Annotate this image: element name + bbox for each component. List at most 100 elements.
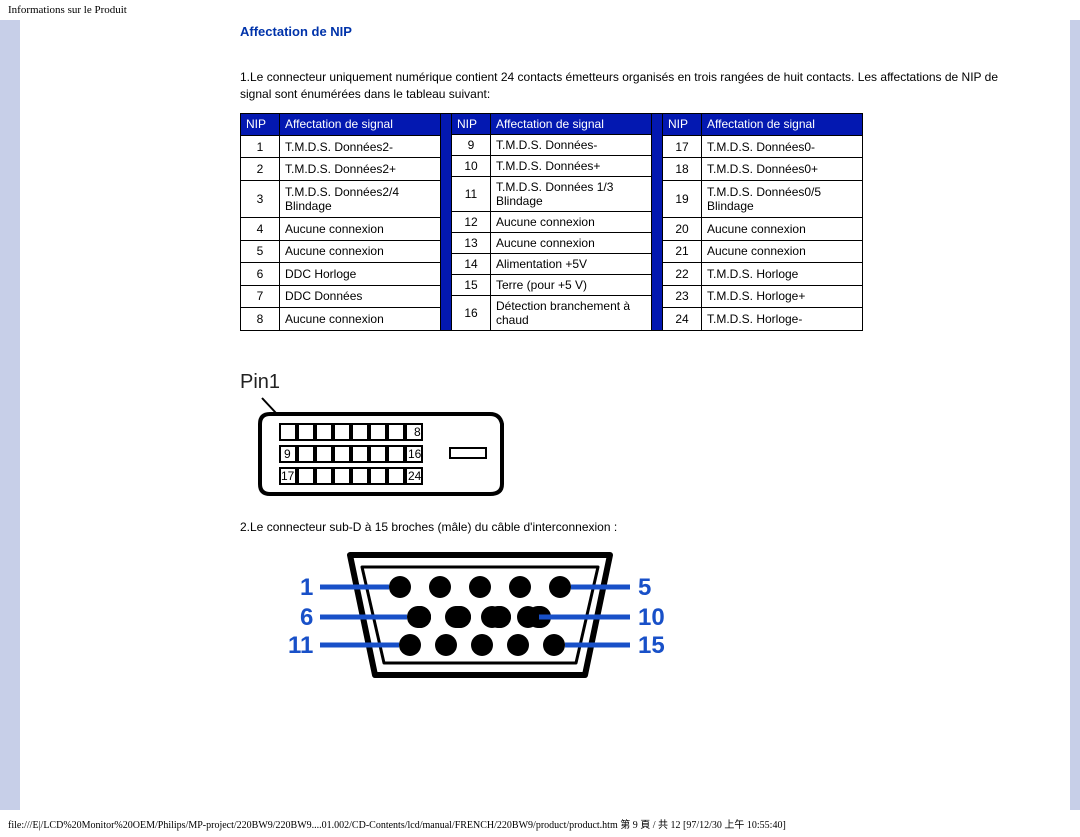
pin-signal: Détection branchement à chaud bbox=[491, 295, 652, 330]
svg-text:9: 9 bbox=[284, 447, 291, 461]
page-footer: file:///E|/LCD%20Monitor%20OEM/Philips/M… bbox=[0, 810, 1080, 837]
pin-number: 3 bbox=[241, 180, 280, 217]
pin-number: 17 bbox=[663, 136, 702, 158]
pin-signal: DDC Données bbox=[280, 285, 441, 307]
right-margin-stripe bbox=[1070, 20, 1080, 810]
pin-tables: NIP Affectation de signal 1T.M.D.S. Donn… bbox=[240, 113, 1030, 331]
th-nip: NIP bbox=[663, 113, 702, 135]
pin-number: 7 bbox=[241, 285, 280, 307]
th-nip: NIP bbox=[241, 113, 280, 135]
pin-signal: T.M.D.S. Données0- bbox=[702, 136, 863, 158]
svg-text:15: 15 bbox=[638, 632, 665, 659]
pin-signal: T.M.D.S. Horloge bbox=[702, 263, 863, 285]
pin-table-2: NIP Affectation de signal 9T.M.D.S. Donn… bbox=[451, 113, 652, 331]
pin-number: 9 bbox=[452, 134, 491, 155]
pin-signal: T.M.D.S. Données0/5 Blindage bbox=[702, 180, 863, 217]
table-row: 10T.M.D.S. Données+ bbox=[452, 155, 652, 176]
pin-signal: Aucune connexion bbox=[491, 211, 652, 232]
pin-number: 16 bbox=[452, 295, 491, 330]
pin-signal: T.M.D.S. Données0+ bbox=[702, 158, 863, 180]
pin-number: 6 bbox=[241, 263, 280, 285]
pin-number: 22 bbox=[663, 263, 702, 285]
table-row: 9T.M.D.S. Données- bbox=[452, 134, 652, 155]
pin-signal: Aucune connexion bbox=[280, 308, 441, 331]
svg-text:17: 17 bbox=[281, 469, 295, 483]
page-header: Informations sur le Produit bbox=[0, 0, 1080, 20]
pin-table-1: NIP Affectation de signal 1T.M.D.S. Donn… bbox=[240, 113, 441, 331]
svg-text:8: 8 bbox=[414, 425, 421, 439]
table-row: 1T.M.D.S. Données2- bbox=[241, 136, 441, 158]
pin-signal: Terre (pour +5 V) bbox=[491, 274, 652, 295]
pin-signal: T.M.D.S. Données+ bbox=[491, 155, 652, 176]
pin-signal: Aucune connexion bbox=[280, 218, 441, 240]
pin-number: 24 bbox=[663, 308, 702, 331]
pin-signal: Aucune connexion bbox=[702, 240, 863, 262]
pin-number: 8 bbox=[241, 308, 280, 331]
table-row: 15Terre (pour +5 V) bbox=[452, 274, 652, 295]
table-row: 16Détection branchement à chaud bbox=[452, 295, 652, 330]
pin-signal: T.M.D.S. Horloge+ bbox=[702, 285, 863, 307]
pin-signal: Alimentation +5V bbox=[491, 253, 652, 274]
table-row: 21Aucune connexion bbox=[663, 240, 863, 262]
pin-number: 5 bbox=[241, 240, 280, 262]
svg-text:11: 11 bbox=[288, 632, 313, 659]
table-row: 13Aucune connexion bbox=[452, 232, 652, 253]
table-row: 2T.M.D.S. Données2+ bbox=[241, 158, 441, 180]
table-row: 19T.M.D.S. Données0/5 Blindage bbox=[663, 180, 863, 217]
pin-signal: T.M.D.S. Horloge- bbox=[702, 308, 863, 331]
pin-number: 15 bbox=[452, 274, 491, 295]
pin-number: 2 bbox=[241, 158, 280, 180]
vga-connector-diagram: 1 6 11 5 10 15 bbox=[270, 545, 1030, 688]
pin-number: 19 bbox=[663, 180, 702, 217]
table-row: 24T.M.D.S. Horloge- bbox=[663, 308, 863, 331]
pin-number: 23 bbox=[663, 285, 702, 307]
svg-text:1: 1 bbox=[300, 574, 313, 601]
pin-signal: T.M.D.S. Données2+ bbox=[280, 158, 441, 180]
pin-number: 11 bbox=[452, 176, 491, 211]
th-sig: Affectation de signal bbox=[491, 113, 652, 134]
pin-number: 20 bbox=[663, 218, 702, 240]
svg-text:6: 6 bbox=[300, 604, 313, 631]
svg-text:24: 24 bbox=[408, 469, 422, 483]
pin-signal: Aucune connexion bbox=[280, 240, 441, 262]
pin-number: 12 bbox=[452, 211, 491, 232]
dvi-svg: 8 9 16 17 24 bbox=[240, 396, 540, 506]
svg-text:10: 10 bbox=[638, 604, 665, 631]
table-row: 23T.M.D.S. Horloge+ bbox=[663, 285, 863, 307]
pin-number: 10 bbox=[452, 155, 491, 176]
vga-svg: 1 6 11 5 10 15 bbox=[270, 545, 670, 685]
table-row: 3T.M.D.S. Données2/4 Blindage bbox=[241, 180, 441, 217]
pin-signal: Aucune connexion bbox=[702, 218, 863, 240]
table-row: 7DDC Données bbox=[241, 285, 441, 307]
th-sig: Affectation de signal bbox=[702, 113, 863, 135]
pin1-label: Pin1 bbox=[240, 371, 1030, 394]
table-row: 11T.M.D.S. Données 1/3 Blindage bbox=[452, 176, 652, 211]
pin-signal: T.M.D.S. Données2- bbox=[280, 136, 441, 158]
table-row: 5Aucune connexion bbox=[241, 240, 441, 262]
table-row: 20Aucune connexion bbox=[663, 218, 863, 240]
pin-number: 18 bbox=[663, 158, 702, 180]
pin-number: 21 bbox=[663, 240, 702, 262]
svg-text:16: 16 bbox=[408, 447, 422, 461]
pin-number: 14 bbox=[452, 253, 491, 274]
svg-text:5: 5 bbox=[638, 574, 651, 601]
th-nip: NIP bbox=[452, 113, 491, 134]
table-row: 18T.M.D.S. Données0+ bbox=[663, 158, 863, 180]
table-row: 4Aucune connexion bbox=[241, 218, 441, 240]
table-divider bbox=[652, 113, 662, 331]
pin-table-3: NIP Affectation de signal 17T.M.D.S. Don… bbox=[662, 113, 863, 331]
section-title: Affectation de NIP bbox=[240, 24, 1030, 39]
pin-number: 13 bbox=[452, 232, 491, 253]
table-row: 6DDC Horloge bbox=[241, 263, 441, 285]
table-row: 14Alimentation +5V bbox=[452, 253, 652, 274]
pin-signal: T.M.D.S. Données2/4 Blindage bbox=[280, 180, 441, 217]
pin-signal: T.M.D.S. Données- bbox=[491, 134, 652, 155]
table-row: 22T.M.D.S. Horloge bbox=[663, 263, 863, 285]
page-body: Affectation de NIP 1.Le connecteur uniqu… bbox=[0, 20, 1080, 810]
pin-number: 1 bbox=[241, 136, 280, 158]
th-sig: Affectation de signal bbox=[280, 113, 441, 135]
main-content: Affectation de NIP 1.Le connecteur uniqu… bbox=[60, 20, 1070, 810]
left-margin-stripe bbox=[0, 20, 20, 810]
pin-signal: DDC Horloge bbox=[280, 263, 441, 285]
table-divider bbox=[441, 113, 451, 331]
